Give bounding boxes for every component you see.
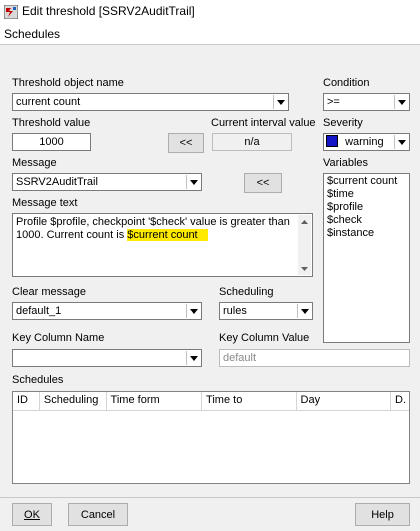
- threshold-value-label: Threshold value: [12, 117, 91, 129]
- message-text-label: Message text: [12, 197, 78, 209]
- scheduling-select[interactable]: rules: [219, 302, 313, 320]
- chevron-down-icon[interactable]: [186, 304, 200, 318]
- message-value: SSRV2AuditTrail: [16, 176, 98, 188]
- column-header-d[interactable]: D.: [391, 392, 409, 410]
- message-select[interactable]: SSRV2AuditTrail: [12, 173, 202, 191]
- chevron-down-icon[interactable]: [186, 351, 200, 365]
- variable-item[interactable]: $time: [327, 188, 406, 201]
- clear-message-value: default_1: [16, 305, 62, 317]
- scroll-up-icon[interactable]: [298, 215, 311, 228]
- scroll-down-icon[interactable]: [298, 262, 311, 275]
- footer-separator: [0, 497, 420, 498]
- chevron-down-icon[interactable]: [186, 175, 200, 189]
- message-text-area[interactable]: Profile $profile, checkpoint '$check' va…: [12, 213, 313, 277]
- variables-list[interactable]: $current count $time $profile $check $in…: [323, 173, 410, 343]
- schedules-table-header: ID Scheduling Time form Time to Day D.: [13, 392, 409, 411]
- threshold-object-select[interactable]: current count: [12, 93, 289, 111]
- variable-item[interactable]: $current count: [327, 175, 406, 188]
- menu-schedules[interactable]: Schedules: [4, 27, 60, 41]
- scheduling-label: Scheduling: [219, 286, 274, 298]
- threshold-value-input[interactable]: 1000: [12, 133, 91, 151]
- help-button[interactable]: Help: [355, 503, 410, 526]
- severity-value: warning: [345, 136, 384, 148]
- message-text-line2: 1000. Current count is: [16, 229, 128, 241]
- threshold-object-label: Threshold object name: [12, 77, 124, 89]
- variable-item[interactable]: $instance: [327, 227, 406, 240]
- column-header-time-to[interactable]: Time to: [202, 392, 297, 410]
- scheduling-value: rules: [223, 305, 247, 317]
- severity-select[interactable]: warning: [323, 133, 410, 151]
- message-text-line1: Profile $profile, checkpoint '$check' va…: [16, 216, 290, 228]
- help-button-label: Help: [371, 508, 394, 521]
- column-header-scheduling[interactable]: Scheduling: [40, 392, 107, 410]
- schedules-table[interactable]: ID Scheduling Time form Time to Day D.: [12, 391, 410, 484]
- key-column-name-label: Key Column Name: [12, 332, 105, 344]
- variables-label: Variables: [323, 157, 369, 169]
- severity-color-swatch: [326, 135, 338, 147]
- column-header-id[interactable]: ID: [13, 392, 40, 410]
- ok-button[interactable]: OK: [12, 503, 52, 526]
- message-text-highlight: $current count: [127, 229, 198, 241]
- menu-bar: Schedules: [0, 24, 420, 44]
- key-column-value-label: Key Column Value: [219, 332, 310, 344]
- column-header-time-from[interactable]: Time form: [107, 392, 203, 410]
- severity-label: Severity: [323, 117, 363, 129]
- condition-value: >=: [327, 96, 340, 108]
- title-bar: Edit threshold [SSRV2AuditTrail]: [0, 0, 420, 24]
- menu-separator: [0, 44, 420, 45]
- message-text-scrollbar[interactable]: [298, 215, 311, 275]
- condition-select[interactable]: >=: [323, 93, 410, 111]
- ok-button-label: OK: [24, 508, 40, 521]
- message-label: Message: [12, 157, 57, 169]
- app-icon: [3, 4, 19, 20]
- key-column-value-input[interactable]: default: [219, 349, 410, 367]
- current-interval-value: n/a: [212, 133, 292, 151]
- threshold-object-value: current count: [16, 96, 81, 108]
- clear-message-label: Clear message: [12, 286, 86, 298]
- variable-item[interactable]: $profile: [327, 201, 406, 214]
- cancel-button-label: Cancel: [80, 508, 116, 521]
- schedules-label: Schedules: [12, 374, 64, 386]
- chevron-down-icon[interactable]: [297, 304, 311, 318]
- chevron-down-icon[interactable]: [394, 95, 408, 109]
- current-interval-label: Current interval value: [211, 117, 316, 129]
- cancel-button[interactable]: Cancel: [68, 503, 128, 526]
- copy-variable-button[interactable]: <<: [244, 173, 282, 193]
- clear-message-select[interactable]: default_1: [12, 302, 202, 320]
- window-title: Edit threshold [SSRV2AuditTrail]: [22, 4, 195, 18]
- copy-interval-button[interactable]: <<: [168, 133, 204, 153]
- key-column-name-select[interactable]: [12, 349, 202, 367]
- chevron-down-icon[interactable]: [394, 135, 408, 149]
- column-header-day[interactable]: Day: [297, 392, 392, 410]
- condition-label: Condition: [323, 77, 370, 89]
- chevron-down-icon[interactable]: [273, 95, 287, 109]
- variable-item[interactable]: $check: [327, 214, 406, 227]
